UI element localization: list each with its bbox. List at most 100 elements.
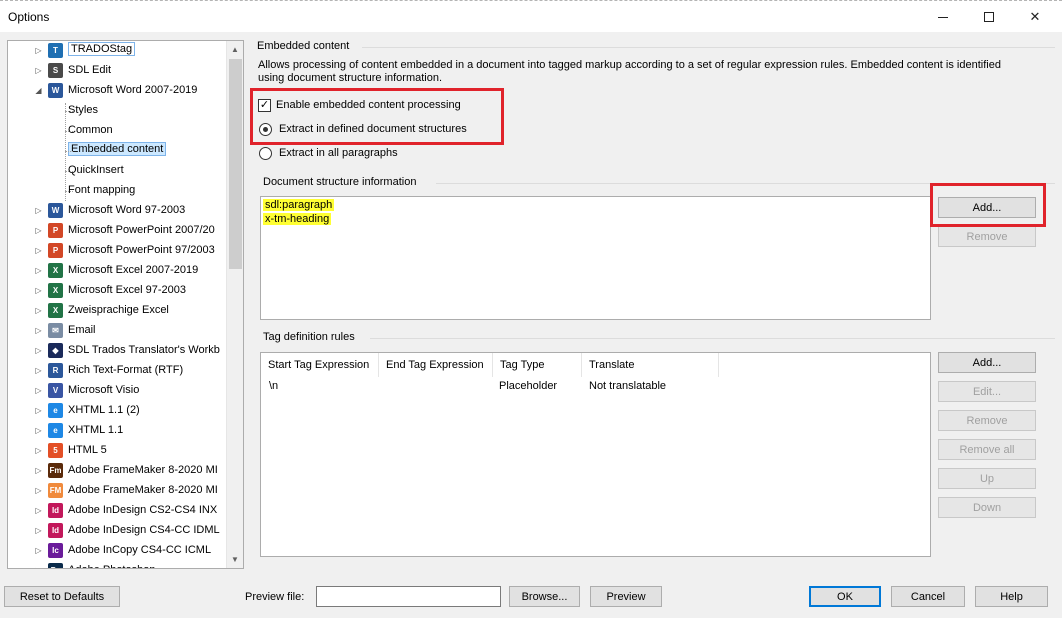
scroll-thumb[interactable] (229, 59, 242, 269)
title-bar: Options ✕ (0, 0, 1062, 32)
doc-structure-remove-button[interactable]: Remove (938, 226, 1036, 247)
sdl-edit-icon: S (48, 63, 63, 78)
expand-icon[interactable]: ▷ (34, 66, 43, 75)
tree-item[interactable]: QuickInsert (8, 161, 226, 181)
tree-item[interactable]: ▷ Id Adobe InDesign CS4-CC IDML (8, 521, 226, 541)
tree-item[interactable]: ▷ P Microsoft PowerPoint 97/2003 (8, 241, 226, 261)
tree-item-label: HTML 5 (68, 444, 107, 456)
excel-icon: X (48, 303, 63, 318)
expand-icon[interactable]: ▷ (34, 546, 43, 555)
expand-icon[interactable]: ▷ (34, 506, 43, 515)
tag-rules-remove-button[interactable]: Remove (938, 410, 1036, 431)
expand-icon[interactable]: ▷ (34, 426, 43, 435)
column-header[interactable]: Start Tag Expression (261, 353, 379, 377)
extract-all-radio[interactable] (259, 147, 272, 160)
tree-item-label: Zweisprachige Excel (68, 304, 169, 316)
tree-item[interactable]: ▷ e XHTML 1.1 (2) (8, 401, 226, 421)
tree-item[interactable]: Styles (8, 101, 226, 121)
tree-item[interactable]: Common (8, 121, 226, 141)
expand-icon[interactable]: ▷ (34, 206, 43, 215)
extract-all-label[interactable]: Extract in all paragraphs (279, 147, 398, 159)
expand-icon[interactable]: ▷ (34, 366, 43, 375)
scroll-down-icon[interactable]: ▼ (227, 551, 243, 568)
tree-item[interactable]: ▷ S SDL Edit (8, 61, 226, 81)
table-cell[interactable]: \n (269, 380, 278, 392)
expand-icon[interactable]: ▷ (34, 326, 43, 335)
column-header[interactable]: Translate (582, 353, 719, 377)
expand-icon[interactable]: ▷ (34, 386, 43, 395)
tree-connector (65, 171, 73, 172)
tree-item[interactable]: ▷ Id Adobe InDesign CS2-CS4 INX (8, 501, 226, 521)
tree-item[interactable]: ▷ Fm Adobe FrameMaker 8-2020 MI (8, 461, 226, 481)
expand-icon[interactable]: ▷ (34, 566, 43, 568)
tree-item[interactable]: ▷ FM Adobe FrameMaker 8-2020 MI (8, 481, 226, 501)
table-cell[interactable]: Placeholder (499, 380, 557, 392)
word-icon: W (48, 83, 63, 98)
tree-item[interactable]: ▷ Ic Adobe InCopy CS4-CC ICML (8, 541, 226, 561)
collapse-icon[interactable]: ◢ (34, 86, 43, 95)
expand-icon[interactable]: ▷ (34, 486, 43, 495)
tree-item[interactable]: ▷ V Microsoft Visio (8, 381, 226, 401)
tree-item[interactable]: ▷ W Microsoft Word 97-2003 (8, 201, 226, 221)
word-icon: W (48, 203, 63, 218)
tag-rules-down-button[interactable]: Down (938, 497, 1036, 518)
list-item[interactable]: x-tm-heading (263, 213, 332, 225)
help-button[interactable]: Help (975, 586, 1048, 607)
tag-rules-remove-all-button[interactable]: Remove all (938, 439, 1036, 460)
tag-rules-up-button[interactable]: Up (938, 468, 1036, 489)
table-cell[interactable]: Not translatable (589, 380, 666, 392)
expand-icon[interactable]: ▷ (34, 526, 43, 535)
doc-structure-list[interactable]: sdl:paragraph x-tm-heading (260, 196, 931, 320)
xhtml-icon: e (48, 403, 63, 418)
tree-item[interactable]: Font mapping (8, 181, 226, 201)
preview-button[interactable]: Preview (590, 586, 662, 607)
expand-icon[interactable]: ▷ (34, 226, 43, 235)
tree-item[interactable]: ▷ ✉ Email (8, 321, 226, 341)
tree-item[interactable]: ◢ W Microsoft Word 2007-2019 (8, 81, 226, 101)
tree-item-label: Adobe InDesign CS2-CS4 INX (68, 504, 218, 516)
tree-item[interactable]: ▷ ◆ SDL Trados Translator's Workb (8, 341, 226, 361)
tree-item[interactable]: ▷ X Zweisprachige Excel (8, 301, 226, 321)
framemaker-icon: Fm (48, 463, 63, 478)
tag-rules-add-button[interactable]: Add... (938, 352, 1036, 373)
tree-item-label: SDL Trados Translator's Workb (68, 344, 220, 356)
expand-icon[interactable]: ▷ (34, 466, 43, 475)
list-item[interactable]: sdl:paragraph (263, 199, 335, 211)
tree-item[interactable]: ▷ 5 HTML 5 (8, 441, 226, 461)
tree-item-label: Email (68, 324, 96, 336)
tree-item[interactable]: ▷ X Microsoft Excel 97-2003 (8, 281, 226, 301)
expand-icon[interactable]: ▷ (34, 286, 43, 295)
ok-button[interactable]: OK (809, 586, 881, 607)
tree-item[interactable]: ▷ e XHTML 1.1 (8, 421, 226, 441)
browse-button[interactable]: Browse... (509, 586, 580, 607)
tree-item[interactable]: Embedded content (8, 141, 226, 161)
column-header[interactable]: End Tag Expression (379, 353, 493, 377)
expand-icon[interactable]: ▷ (34, 446, 43, 455)
expand-icon[interactable]: ▷ (34, 306, 43, 315)
column-header[interactable]: Tag Type (493, 353, 582, 377)
settings-tree[interactable]: ▲ ▼ ▷ T TRADOStag ▷ S SDL Edit ◢ W Microsoft Wor… (7, 40, 244, 569)
tree-item[interactable]: ▷ Ps Adobe Photoshop (8, 561, 226, 568)
expand-icon[interactable]: ▷ (34, 346, 43, 355)
tree-scrollbar[interactable]: ▲ ▼ (226, 41, 243, 568)
maximize-button[interactable] (966, 1, 1012, 33)
tree-item[interactable]: ▷ P Microsoft PowerPoint 2007/20 (8, 221, 226, 241)
cancel-button[interactable]: Cancel (891, 586, 965, 607)
doc-structure-title: Document structure information (263, 176, 417, 188)
close-button[interactable]: ✕ (1012, 1, 1058, 33)
tree-item[interactable]: ▷ X Microsoft Excel 2007-2019 (8, 261, 226, 281)
expand-icon[interactable]: ▷ (34, 46, 43, 55)
tree-item-label: Microsoft Word 2007-2019 (68, 84, 198, 96)
minimize-button[interactable] (920, 1, 966, 33)
tag-rules-edit-button[interactable]: Edit... (938, 381, 1036, 402)
scroll-up-icon[interactable]: ▲ (227, 41, 243, 58)
reset-defaults-button[interactable]: Reset to Defaults (4, 586, 120, 607)
preview-file-input[interactable] (316, 586, 501, 607)
expand-icon[interactable]: ▷ (34, 406, 43, 415)
expand-icon[interactable]: ▷ (34, 246, 43, 255)
tree-item[interactable]: ▷ T TRADOStag (8, 41, 226, 61)
tag-rules-table[interactable]: Start Tag Expression End Tag Expression … (260, 352, 931, 557)
tree-item-label: Microsoft Excel 97-2003 (68, 284, 186, 296)
tree-item[interactable]: ▷ R Rich Text-Format (RTF) (8, 361, 226, 381)
expand-icon[interactable]: ▷ (34, 266, 43, 275)
